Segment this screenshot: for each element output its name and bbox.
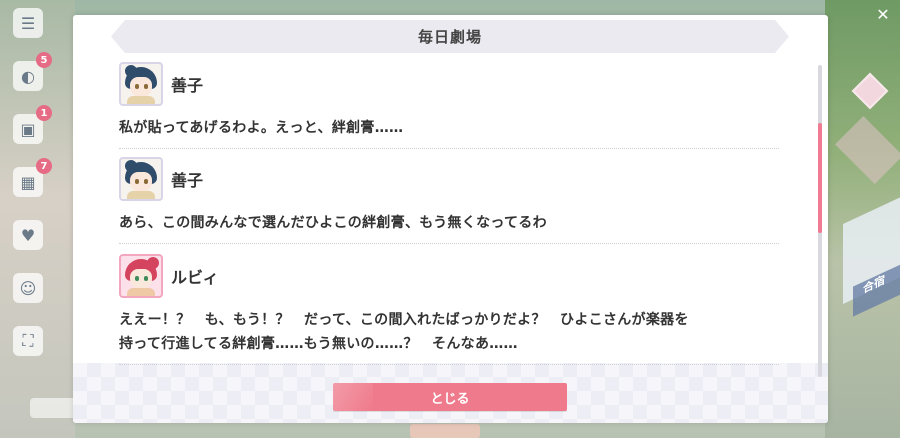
close-icon[interactable]: ✕ <box>872 4 894 26</box>
notification-badge: 1 <box>36 105 52 121</box>
divider <box>119 148 779 149</box>
notification-badge: 5 <box>36 52 52 68</box>
dialogue-entry: ルビィ ええー！？ も、もう！？ だって、この間入れたばっかりだよ？ ひよこさん… <box>119 254 779 365</box>
side-menu-item-profile[interactable]: ☺ <box>13 273 43 303</box>
yoshiko-avatar <box>119 62 163 106</box>
dialogue-text: あら、この間みんなで選んだひよこの絆創膏、もう無くなってるわ <box>119 215 547 231</box>
side-menu-item-member[interactable]: ♥ <box>13 220 43 250</box>
yoshiko-avatar <box>119 157 163 201</box>
divider <box>119 364 779 365</box>
menu-icon[interactable]: ☰ <box>13 8 43 38</box>
daily-theater-dialog: 毎日劇場 善子 私が貼ってあげるわよ。えっと、絆創膏…… 善子 あら、この間みん… <box>73 15 828 423</box>
event-icon: ▣ <box>20 119 36 139</box>
side-menu-item-fullscreen[interactable]: ⛶ <box>13 326 43 356</box>
notice-icon: ◐ <box>21 66 35 86</box>
map-marker-icon <box>851 72 889 110</box>
notification-badge: 7 <box>36 158 52 174</box>
heart-icon: ♥ <box>20 225 36 245</box>
dialogue-text: 私が貼ってあげるわよ。えっと、絆創膏…… <box>119 120 404 136</box>
speaker-name: 善子 <box>171 171 204 190</box>
background-decoration <box>835 116 900 184</box>
gift-icon: ▦ <box>20 172 36 192</box>
close-button[interactable]: とじる <box>333 383 567 411</box>
profile-icon: ☺ <box>19 278 37 298</box>
ruby-avatar <box>119 254 163 298</box>
scrollbar[interactable] <box>818 65 822 377</box>
side-menu-item-event[interactable]: ▣ 1 <box>13 105 52 144</box>
dialogue-text: ええー！？ も、もう！？ だって、この間入れたばっかりだよ？ ひよこさんが楽器を… <box>119 308 779 356</box>
dialogue-entry: 善子 あら、この間みんなで選んだひよこの絆創膏、もう無くなってるわ <box>119 157 779 244</box>
dialog-title: 毎日劇場 <box>417 28 482 46</box>
side-menu: ☰ ◐ 5 ▣ 1 ▦ 7 ♥ ☺ ⛶ <box>8 8 52 379</box>
fullscreen-icon: ⛶ <box>22 331 34 350</box>
dialogue-entry: 善子 私が貼ってあげるわよ。えっと、絆創膏…… <box>119 62 779 149</box>
background-right: 合宿 <box>825 0 900 438</box>
dialog-title-bar: 毎日劇場 <box>111 20 789 53</box>
dialogue-text-line: 持って行進してる絆創膏……もう無いの……？ そんなあ…… <box>119 336 518 352</box>
divider <box>119 243 779 244</box>
side-menu-item-notice[interactable]: ◐ 5 <box>13 52 52 91</box>
dialogue-text-line: ええー！？ も、もう！？ だって、この間入れたばっかりだよ？ ひよこさんが楽器を <box>119 312 689 328</box>
speaker-name: 善子 <box>171 76 204 95</box>
background-strip <box>410 424 480 438</box>
speaker-name: ルビィ <box>171 268 219 287</box>
scrollbar-thumb[interactable] <box>818 123 822 233</box>
side-menu-item-gift[interactable]: ▦ 7 <box>13 158 52 197</box>
